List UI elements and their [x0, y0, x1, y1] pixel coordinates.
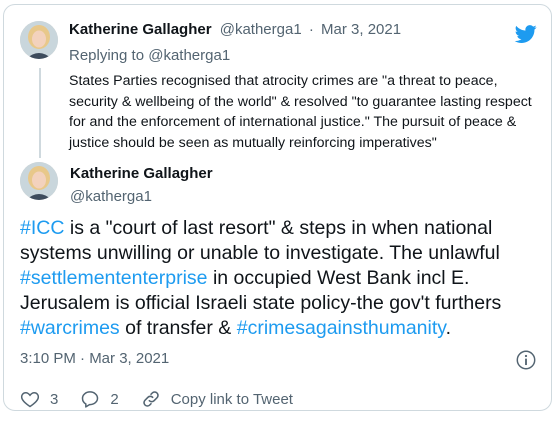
- author-name[interactable]: Katherine Gallagher: [70, 165, 213, 182]
- thread-connector-line: [39, 68, 41, 158]
- tweet-card[interactable]: Katherine Gallagher @katherga1 · Mar 3, …: [3, 4, 552, 411]
- author-handle[interactable]: @katherga1: [220, 21, 302, 38]
- tweet-timestamp[interactable]: 3:10 PM · Mar 3, 2021: [20, 350, 169, 367]
- replying-to-handle[interactable]: @katherga1: [148, 47, 230, 64]
- replying-to: Replying to @katherga1: [69, 47, 230, 64]
- author-handle[interactable]: @katherga1: [70, 188, 152, 205]
- heart-icon: [20, 391, 40, 408]
- tweet-date[interactable]: Mar 3, 2021: [321, 21, 401, 38]
- avatar-image: [20, 21, 58, 59]
- quoted-tweet-header: Katherine Gallagher @katherga1 · Mar 3, …: [69, 21, 401, 38]
- hashtag-link[interactable]: #crimesagainsthumanity: [237, 317, 446, 339]
- hashtag-link[interactable]: #warcrimes: [20, 317, 120, 339]
- copy-link-label: Copy link to Tweet: [170, 390, 293, 408]
- reply-bubble-icon: [82, 391, 99, 408]
- info-icon[interactable]: [515, 349, 537, 371]
- avatar[interactable]: [20, 21, 58, 59]
- reply-count: 2: [110, 390, 119, 408]
- link-icon: [142, 391, 159, 407]
- avatar-image: [20, 162, 58, 200]
- reply-button[interactable]: 2: [80, 389, 119, 409]
- tweet-actions: 3 2 Copy link to Tweet: [20, 389, 315, 409]
- quoted-tweet-text: States Parties recognised that atrocity …: [69, 73, 532, 151]
- twitter-bird-icon[interactable]: [514, 23, 538, 45]
- avatar[interactable]: [20, 162, 58, 200]
- hashtag-link[interactable]: #settlemententerprise: [20, 267, 208, 289]
- tweet-text-segment: .: [445, 317, 451, 339]
- tweet-text: #ICC is a "court of last resort" & steps…: [20, 216, 540, 341]
- like-button[interactable]: 3: [20, 389, 58, 409]
- hashtag-link[interactable]: #ICC: [20, 217, 64, 239]
- author-name[interactable]: Katherine Gallagher: [69, 21, 212, 38]
- copy-link-button[interactable]: Copy link to Tweet: [141, 389, 293, 409]
- header-separator: ·: [308, 21, 314, 38]
- tweet-text-segment: is a "court of last resort" & steps in w…: [20, 217, 500, 264]
- like-count: 3: [50, 390, 59, 408]
- replying-to-label: Replying to: [69, 47, 149, 64]
- tweet-text-segment: of transfer &: [119, 317, 237, 339]
